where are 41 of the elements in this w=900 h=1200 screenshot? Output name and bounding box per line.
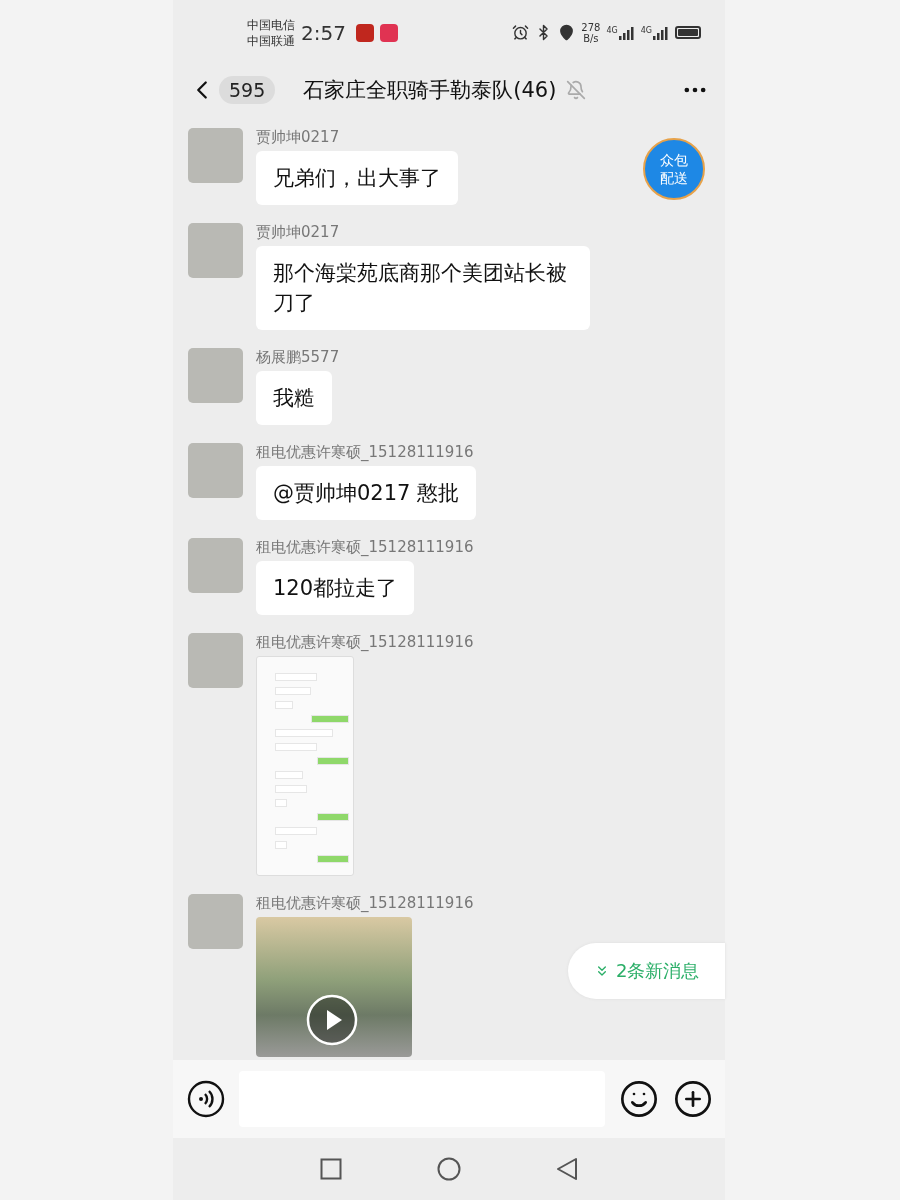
chat-title: 石家庄全职骑手勒泰队(46) [303,77,557,104]
message-bubble: @贾帅坤0217 憨批 [256,466,477,520]
app-notification-icon [379,23,398,42]
emoji-icon[interactable] [619,1079,659,1119]
badge-label: 配送 [660,169,688,187]
sender-name: 租电优惠许寒硕_15128111916 [256,538,474,557]
back-triangle-nav-icon[interactable] [556,1157,578,1181]
chat-screenshot-thumbnail[interactable] [256,656,354,876]
voice-icon[interactable] [187,1080,225,1118]
location-icon [558,24,576,41]
signal-icon [653,25,669,40]
carrier-name: 中国电信 [247,16,295,33]
sender-name: 租电优惠许寒硕_15128111916 [256,443,475,462]
sender-name: 杨展鹏5577 [256,348,340,367]
carrier-name: 中国联通 [247,32,295,49]
network-speed: 278 [581,21,601,33]
crowdsource-delivery-badge[interactable]: 众包 配送 [643,138,705,200]
signal-icon [618,25,635,40]
badge-label: 众包 [660,151,688,169]
message-bubble: 兄弟们，出大事了 [256,151,458,205]
video-thumbnail[interactable] [256,917,412,1057]
sender-name: 贾帅坤0217 [256,223,341,242]
battery-icon [675,26,701,39]
clock-time: 2:57 [301,20,346,45]
sender-name: 租电优惠许寒硕_15128111916 [256,894,474,913]
network-type-label: 4G [606,25,618,35]
play-icon[interactable] [306,994,358,1046]
square-nav-icon[interactable] [320,1158,342,1180]
message-bubble: 那个海棠苑底商那个美团站长被刀了 [256,246,590,330]
app-notification-icon [355,23,374,42]
message-bubble: 120都拉走了 [256,561,415,615]
network-type-label: 4G [640,25,652,35]
circle-nav-icon[interactable] [437,1157,461,1181]
network-speed: B/s [583,32,599,44]
alarm-icon [512,24,530,41]
plus-icon[interactable] [673,1079,713,1119]
message-bubble: 我糙 [256,371,332,425]
new-messages-button[interactable]: 2条新消息 [568,943,725,999]
unread-count[interactable]: 595 [219,76,276,104]
sender-name: 租电优惠许寒硕_15128111916 [256,633,474,652]
sender-name: 贾帅坤0217 [256,128,341,147]
